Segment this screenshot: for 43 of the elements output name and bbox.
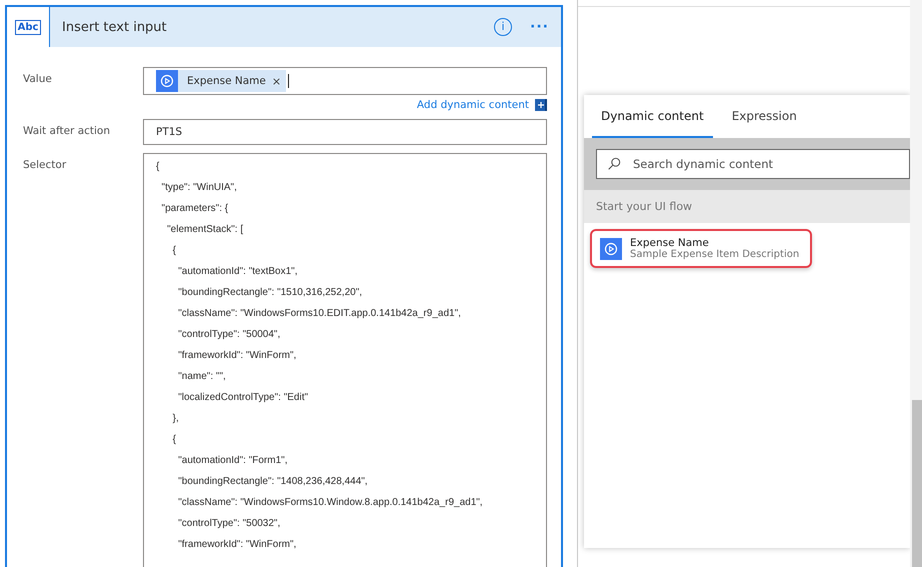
item-name: Expense Name [630,237,710,249]
remove-icon[interactable]: × [272,74,282,88]
code-line: "className": "WindowsForms10.Window.8.app.0.141b42a_r9_ad1", [177,497,484,509]
flow-icon [156,70,178,92]
text-cursor [288,74,290,88]
code-line: "automationId": "textBox1", [177,266,298,278]
field-label: Selector [23,158,68,173]
code-line: "frameworkId": "WinForm", [177,350,298,362]
code-line: { [172,245,178,257]
code-line: "name": "", [177,371,227,383]
plus-icon[interactable] [535,99,547,111]
code-line: "localizedControlType": "Edit" [177,392,310,404]
code-line: { [172,434,178,446]
item-description: Sample Expense Item Description [630,249,800,260]
code-line: "frameworkId": "WinForm", [177,539,298,551]
code-line: "boundingRectangle": "1408,236,428,444", [177,476,369,488]
code-line: "parameters": { [160,203,230,215]
search-field[interactable]: Search dynamic content [596,149,910,179]
input-field[interactable]: PT1S [143,119,547,145]
dynamic-item[interactable]: Expense Name Sample Expense Item Description [590,229,812,268]
add-dynamic-content-link[interactable]: Add dynamic content [416,99,529,111]
code-line: "controlType": "50032", [177,518,282,530]
code-line: "type": "WinUIA", [160,182,238,194]
code-line: "boundingRectangle": "1510,316,252,20", [177,287,364,299]
scrollbar[interactable] [910,0,922,567]
card-title: Insert text input [62,20,168,34]
action-icon: Abc [14,20,42,34]
code-line: { [156,161,160,173]
code-line: "automationId": "Form1", [177,455,288,467]
field-label: Wait after action [23,124,112,139]
code-line: "controlType": "50004", [177,329,282,341]
section-header: Start your UI flow [596,200,692,213]
field-label: Value [23,72,53,87]
code-line: "elementStack": [ [166,224,244,236]
info-icon[interactable]: i [494,18,512,36]
code-line: "className": "WindowsForms10.EDIT.app.0.141b42a_r9_ad1", [177,308,462,320]
tab[interactable]: Expression [722,95,806,138]
search-icon [607,157,621,171]
token-label: Expense Name [187,75,266,87]
code-line: }, [172,413,180,425]
selector-field[interactable] [143,153,547,567]
value-field[interactable]: Expense Name × [143,67,547,95]
flow-icon [600,238,622,260]
